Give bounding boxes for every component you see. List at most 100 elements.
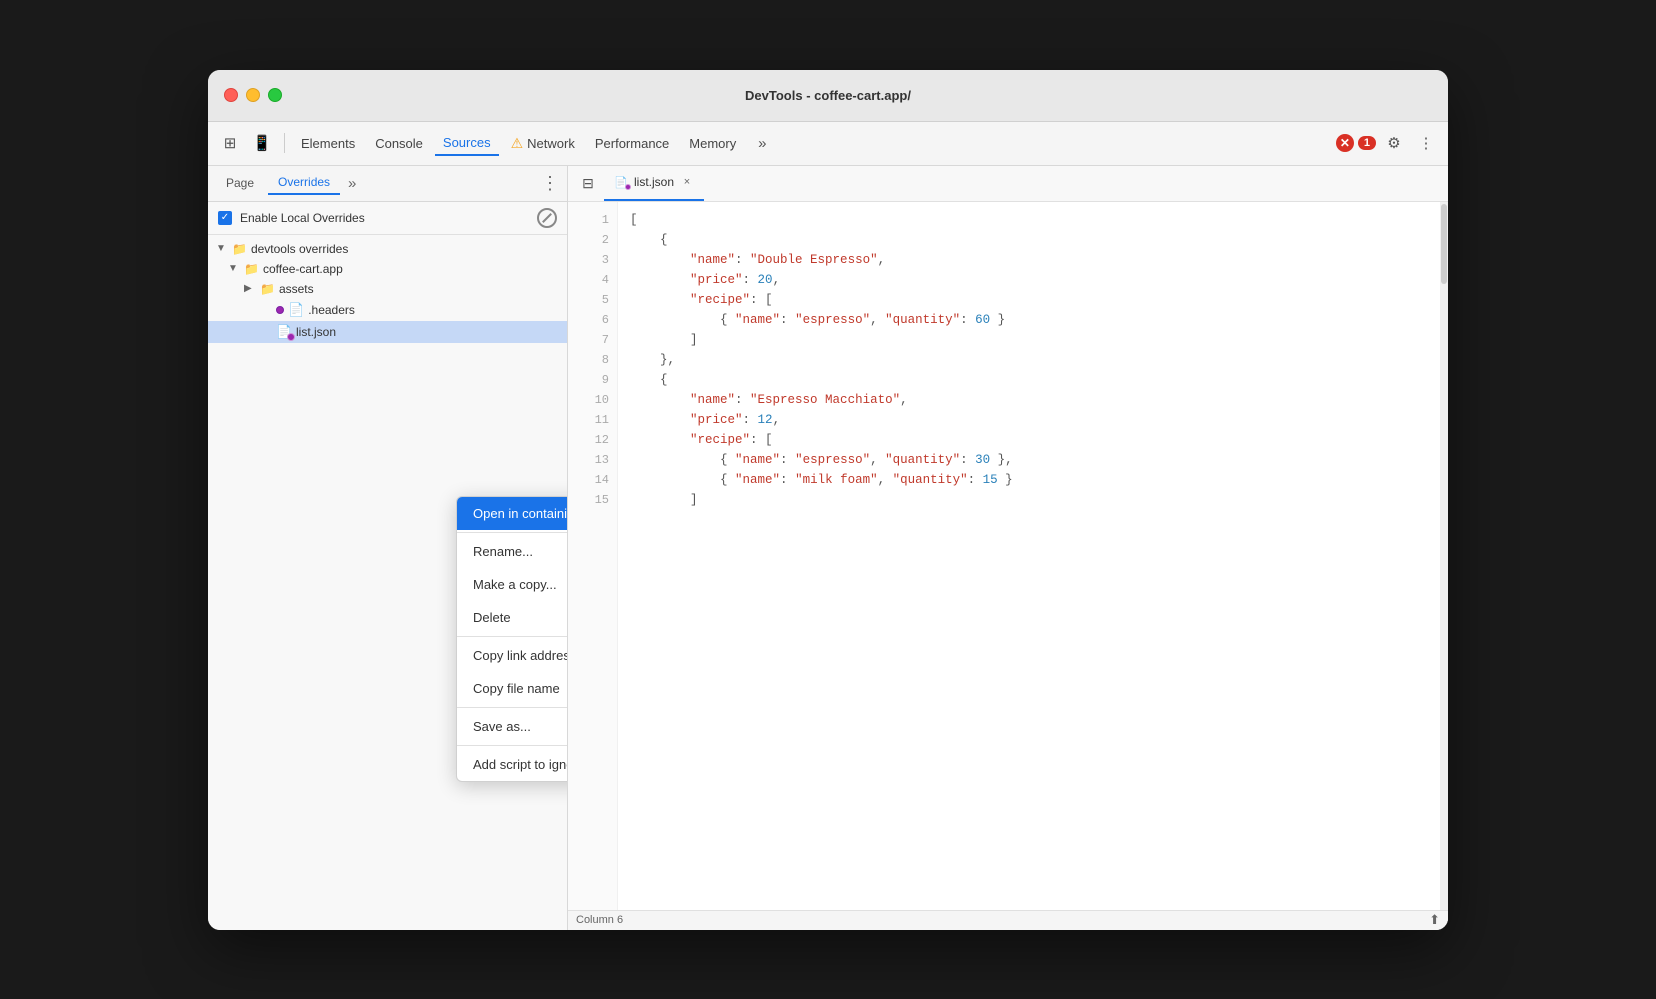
tab-filename: list.json [634, 175, 674, 189]
folder-icon: 📁 [232, 242, 247, 256]
editor-tab-list-json[interactable]: 📄 list.json × [604, 166, 704, 201]
status-bar: Column 6 ⬆ [568, 910, 1448, 930]
tab-page[interactable]: Page [216, 172, 264, 194]
folder-assets[interactable]: ▶ 📁 assets [208, 279, 567, 299]
settings-icon[interactable]: ⚙ [1380, 129, 1408, 157]
tab-file-icon-wrapper: 📄 [614, 175, 628, 189]
sidebar-tabs: Page Overrides » ⋮ [208, 166, 567, 202]
line-2: 2 [568, 230, 609, 250]
scrollbar[interactable] [1440, 202, 1448, 910]
folder-coffee-cart[interactable]: ▼ 📁 coffee-cart.app [208, 259, 567, 279]
arrow-icon: ▶ [244, 283, 256, 294]
ctx-make-copy[interactable]: Make a copy... [457, 568, 568, 601]
separator [457, 636, 568, 637]
network-label: Network [527, 136, 575, 151]
expand-icon[interactable]: ⬆ [1429, 912, 1440, 928]
device-icon[interactable]: 📱 [248, 129, 276, 157]
arrow-icon: ▼ [216, 243, 228, 254]
line-7: 7 [568, 330, 609, 350]
ctx-open-containing-folder[interactable]: Open in containing folder [457, 497, 568, 530]
line-13: 13 [568, 450, 609, 470]
line-8: 8 [568, 350, 609, 370]
more-tabs-icon[interactable]: » [748, 129, 776, 157]
line-12: 12 [568, 430, 609, 450]
code-content[interactable]: [ { "name": "Double Espresso", "price": … [618, 202, 1440, 910]
titlebar: DevTools - coffee-cart.app/ [208, 70, 1448, 122]
ctx-rename[interactable]: Rename... [457, 535, 568, 568]
override-dot-icon [276, 306, 284, 314]
tab-elements[interactable]: Elements [293, 132, 363, 155]
code-area[interactable]: 1 2 3 4 5 6 7 8 9 10 11 12 13 14 15 [ { [568, 202, 1448, 910]
editor-tabs: ⊟ 📄 list.json × [568, 166, 1448, 202]
separator [457, 532, 568, 533]
close-button[interactable] [224, 88, 238, 102]
file-icon: 📄 [288, 302, 304, 318]
separator [457, 707, 568, 708]
folder-name: assets [279, 282, 314, 296]
enable-overrides-checkbox[interactable]: ✓ [218, 211, 232, 225]
ctx-delete[interactable]: Delete [457, 601, 568, 634]
window-title: DevTools - coffee-cart.app/ [745, 88, 911, 103]
folder-icon: 📁 [244, 262, 259, 276]
file-name: .headers [308, 303, 355, 317]
line-numbers: 1 2 3 4 5 6 7 8 9 10 11 12 13 14 15 [568, 202, 618, 910]
traffic-lights [224, 88, 282, 102]
maximize-button[interactable] [268, 88, 282, 102]
folder-name: devtools overrides [251, 242, 348, 256]
warning-icon: ⚠ [511, 135, 524, 152]
toolbar-divider [284, 133, 285, 153]
toolbar: ⊞ 📱 Elements Console Sources ⚠ Network P… [208, 122, 1448, 166]
main-content: Page Overrides » ⋮ ✓ Enable Local Overri… [208, 166, 1448, 930]
status-right: ⬆ [1429, 912, 1440, 928]
editor: ⊟ 📄 list.json × 1 2 3 4 5 [568, 166, 1448, 930]
line-5: 5 [568, 290, 609, 310]
line-9: 9 [568, 370, 609, 390]
collapse-sidebar-icon[interactable]: ⊟ [572, 169, 604, 197]
devtools-window: DevTools - coffee-cart.app/ ⊞ 📱 Elements… [208, 70, 1448, 930]
tab-sources[interactable]: Sources [435, 131, 499, 156]
line-11: 11 [568, 410, 609, 430]
scrollbar-thumb[interactable] [1441, 204, 1447, 284]
inspect-icon[interactable]: ⊞ [216, 129, 244, 157]
tab-performance[interactable]: Performance [587, 132, 677, 155]
tab-memory[interactable]: Memory [681, 132, 744, 155]
line-4: 4 [568, 270, 609, 290]
cursor-position: Column 6 [576, 914, 623, 926]
minimize-button[interactable] [246, 88, 260, 102]
ctx-copy-name[interactable]: Copy file name [457, 672, 568, 705]
context-menu: Open in containing folder Rename... Make… [456, 496, 568, 782]
file-list-json[interactable]: 📄 list.json [208, 321, 567, 343]
override-indicator [287, 333, 295, 341]
line-3: 3 [568, 250, 609, 270]
block-icon[interactable] [537, 208, 557, 228]
line-15: 15 [568, 490, 609, 510]
override-file-icon: 📄 [276, 324, 292, 340]
ctx-save-as[interactable]: Save as... [457, 710, 568, 743]
file-headers[interactable]: 📄 .headers [208, 299, 567, 321]
error-icon: ✕ [1336, 134, 1354, 152]
arrow-icon: ▼ [228, 263, 240, 274]
line-10: 10 [568, 390, 609, 410]
tab-override-dot [625, 184, 631, 190]
line-1: 1 [568, 210, 609, 230]
kebab-menu-icon[interactable]: ⋮ [1412, 129, 1440, 157]
ctx-ignore-list[interactable]: Add script to ignore list [457, 748, 568, 781]
toolbar-right: ✕ 1 ⚙ ⋮ [1336, 129, 1440, 157]
close-tab-button[interactable]: × [680, 175, 694, 189]
line-6: 6 [568, 310, 609, 330]
folder-icon: 📁 [260, 282, 275, 296]
error-button[interactable]: ✕ 1 [1336, 134, 1376, 152]
sidebar-kebab-icon[interactable]: ⋮ [541, 173, 559, 194]
tab-console[interactable]: Console [367, 132, 431, 155]
folder-name: coffee-cart.app [263, 262, 343, 276]
overrides-bar: ✓ Enable Local Overrides [208, 202, 567, 235]
error-count: 1 [1358, 136, 1376, 150]
folder-devtools-overrides[interactable]: ▼ 📁 devtools overrides [208, 239, 567, 259]
sidebar-more-icon[interactable]: » [348, 175, 356, 192]
tab-overrides[interactable]: Overrides [268, 171, 340, 195]
tab-network[interactable]: ⚠ Network [503, 131, 583, 156]
overrides-label: Enable Local Overrides [240, 211, 365, 225]
ctx-copy-link[interactable]: Copy link address [457, 639, 568, 672]
separator [457, 745, 568, 746]
line-14: 14 [568, 470, 609, 490]
